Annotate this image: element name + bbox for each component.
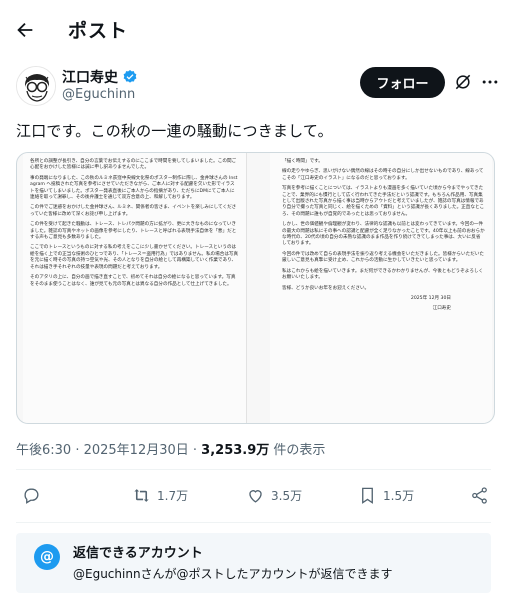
like-button[interactable]: 3.5万 [246, 486, 302, 505]
post-text: 江口です。この秋の一連の騒動につきまして。 [16, 122, 333, 140]
share-icon [472, 487, 487, 504]
share-button[interactable] [470, 486, 489, 505]
reply-restriction-notice: @ 返信できるアカウント @Eguchinnさんが@ポストしたアカウントが返信で… [16, 533, 491, 593]
post-timestamp[interactable]: 午後6:30 · 2025年12月30日 · [16, 443, 197, 458]
reply-icon [24, 488, 39, 504]
repost-button[interactable]: 1.7万 [132, 486, 188, 505]
statement-signature: 江口寿史 [432, 306, 451, 312]
avatar-illustration [17, 67, 55, 105]
author-handle[interactable]: @Eguchinn [62, 87, 135, 102]
bookmark-count: 1.5万 [383, 489, 415, 503]
statement-paragraph: そのアタリの上に、自分の画で描き直すことで、初めてそれは自分の絵になると思ってい… [30, 275, 236, 287]
statement-paragraph: 皆様、どうか良いお年をお迎えください。 [282, 285, 370, 291]
follow-button[interactable]: フォロー [360, 67, 445, 98]
divider [16, 469, 491, 470]
statement-paragraph: 各所との調整が長引き、自分の言葉でお伝えするのにここまで時間を要してしまいました… [30, 159, 237, 171]
grok-icon[interactable] [453, 72, 473, 92]
verified-badge-icon [123, 70, 137, 83]
top-bar: ポスト [0, 0, 507, 58]
reply-restriction-title: 返信できるアカウント [73, 546, 203, 561]
page-title: ポスト [68, 20, 129, 42]
statement-paragraph: しかし、世の価値観や倫理観が変わり、法律的な認識も以前とは変わってきています。今… [282, 222, 485, 247]
bookmark-icon [362, 487, 373, 504]
statement-paragraph: 私はこれからも絵を描いていきます。まだ何ができるかわかりませんが、今後ともどうぞ… [282, 268, 484, 281]
avatar[interactable] [16, 66, 56, 106]
repost-icon [134, 489, 149, 502]
divider [16, 522, 491, 523]
statement-paragraph: この件でご迷惑をおかけした金井球さん、ルミネ、関係者の皆さま、イベントを楽しみに… [30, 205, 237, 217]
bookmark-button[interactable]: 1.5万 [358, 486, 414, 505]
statement-paragraph: 線の走りやゆらぎ、思いがけない偶然の線はその時その自分にしか出せないものであり、… [282, 169, 484, 181]
statement-page-left: 各所との調整が長引き、自分の言葉でお伝えするのにここまで時間を要してしまいました… [23, 153, 247, 423]
author-row: 江口寿史 @Eguchinn フォロー [16, 64, 498, 110]
mention-icon: @ [34, 544, 60, 570]
statement-paragraph: 事の発端になりました、この秋のルミネ荻窪中央線文化祭のポスター制作に際し、金井球… [30, 175, 238, 201]
author-name-row: 江口寿史 [62, 67, 138, 87]
reply-button[interactable] [22, 486, 41, 505]
statement-paragraph: 今回の件では改めて自らの表現手法を振り返り考える機会をいただきました。皆様からい… [282, 251, 484, 264]
action-bar: 1.7万 3.5万 1.5万 [16, 486, 491, 510]
statement-paragraph: 写真を参考に描くことについては、イラストよりも漫画を多く描いていた頃から今までや… [282, 186, 485, 217]
more-horizontal-icon[interactable] [480, 72, 500, 92]
statement-paragraph: この件を受けて起きた騒動は、トレース、トレパク問題の方に拡がり、更に大きなものに… [30, 222, 237, 241]
statement-page-right: 「描く時間」です。 線の走りやゆらぎ、思いがけない偶然の線はその時その自分にしか… [270, 153, 492, 423]
repost-count: 1.7万 [157, 489, 189, 503]
statement-paragraph: ここでのトレースというものに対する私の考えをここに少し書かせてください。トレース… [30, 245, 239, 270]
post-image[interactable]: 各所との調整が長引き、自分の言葉でお伝えするのにここまで時間を要してしまいました… [16, 152, 495, 424]
heart-icon [249, 490, 262, 503]
post-meta: 午後6:30 · 2025年12月30日 · 3,253.9万 件の表示 [16, 439, 325, 458]
view-count-suffix: 件の表示 [273, 443, 326, 458]
reply-restriction-subtitle: @Eguchinnさんが@ポストしたアカウントが返信できます [73, 567, 393, 581]
statement-paragraph: 「描く時間」です。 [282, 159, 323, 164]
statement-date: 2025年 12月 30日 [410, 295, 451, 301]
arrow-left-icon[interactable] [14, 19, 36, 41]
author-name[interactable]: 江口寿史 [62, 67, 118, 87]
like-count: 3.5万 [271, 489, 303, 503]
view-count: 3,253.9万 [201, 443, 270, 458]
